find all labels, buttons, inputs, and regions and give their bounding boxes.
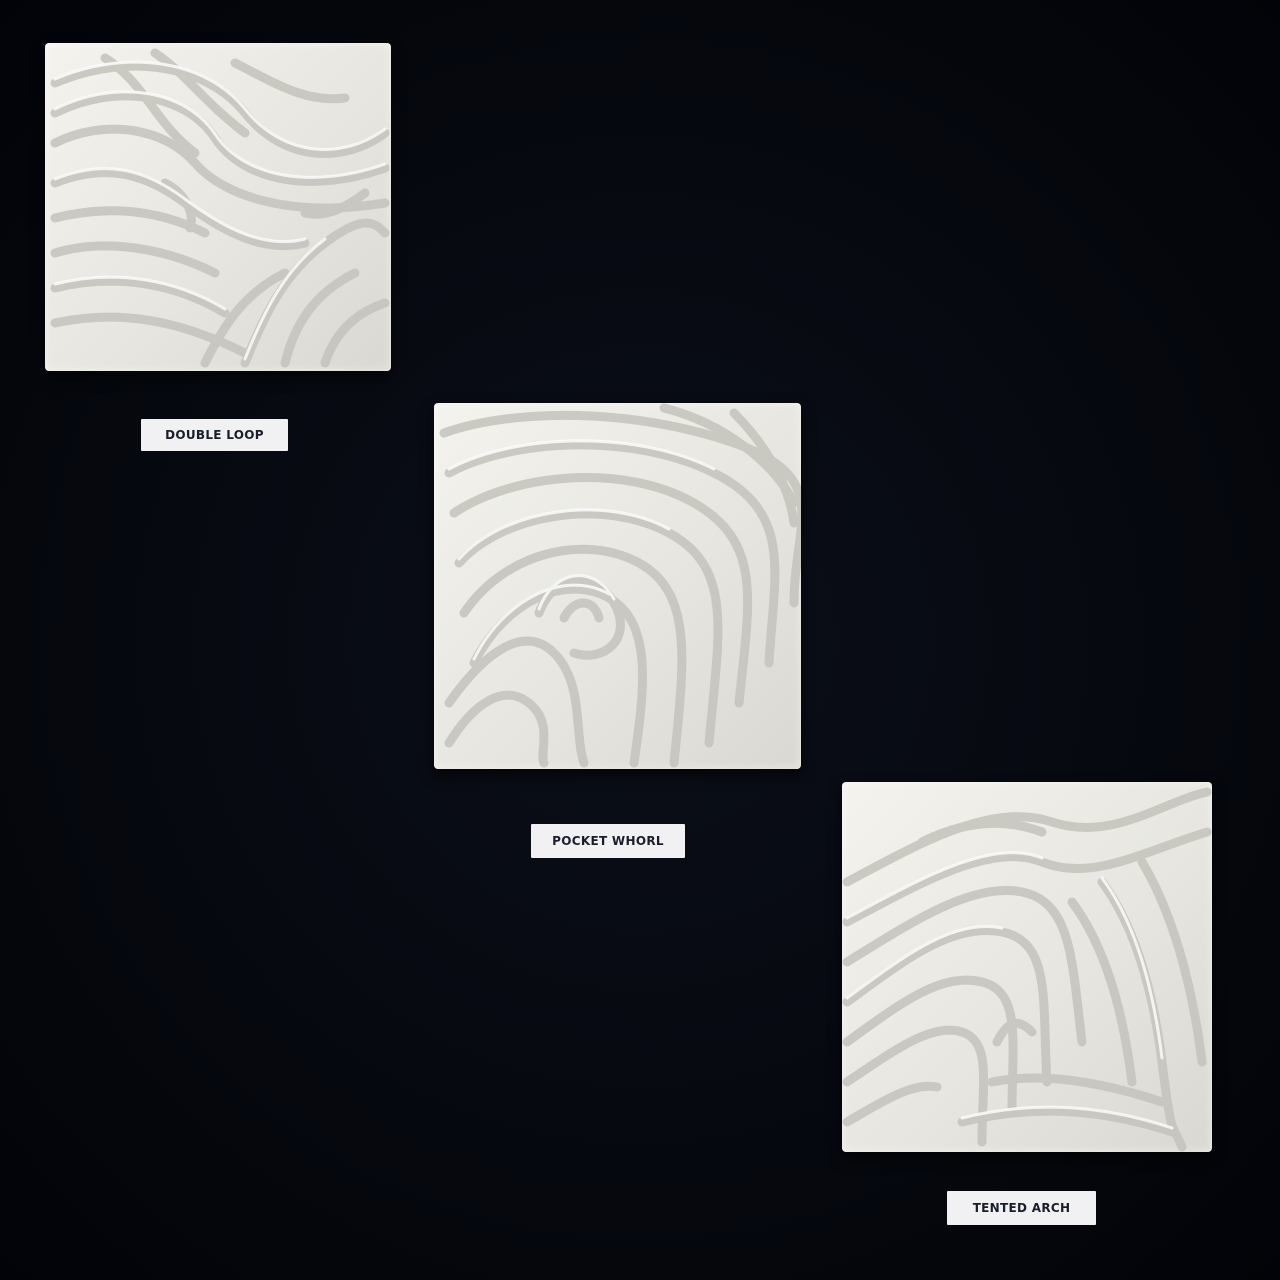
artwork-label-double-loop: DOUBLE LOOP [141, 419, 288, 451]
fingerprint-tile-pocket-whorl [434, 403, 801, 769]
fingerprint-ridges-tented-arch [842, 787, 1212, 1152]
fingerprint-ridges-pocket-whorl [439, 403, 801, 768]
fingerprint-tile-double-loop [45, 43, 391, 371]
fingerprint-tile-tented-arch [842, 782, 1212, 1152]
artwork-label-tented-arch: TENTED ARCH [947, 1191, 1096, 1225]
fingerprint-ridges-double-loop [50, 48, 390, 368]
artwork-label-pocket-whorl: POCKET WHORL [531, 824, 685, 858]
